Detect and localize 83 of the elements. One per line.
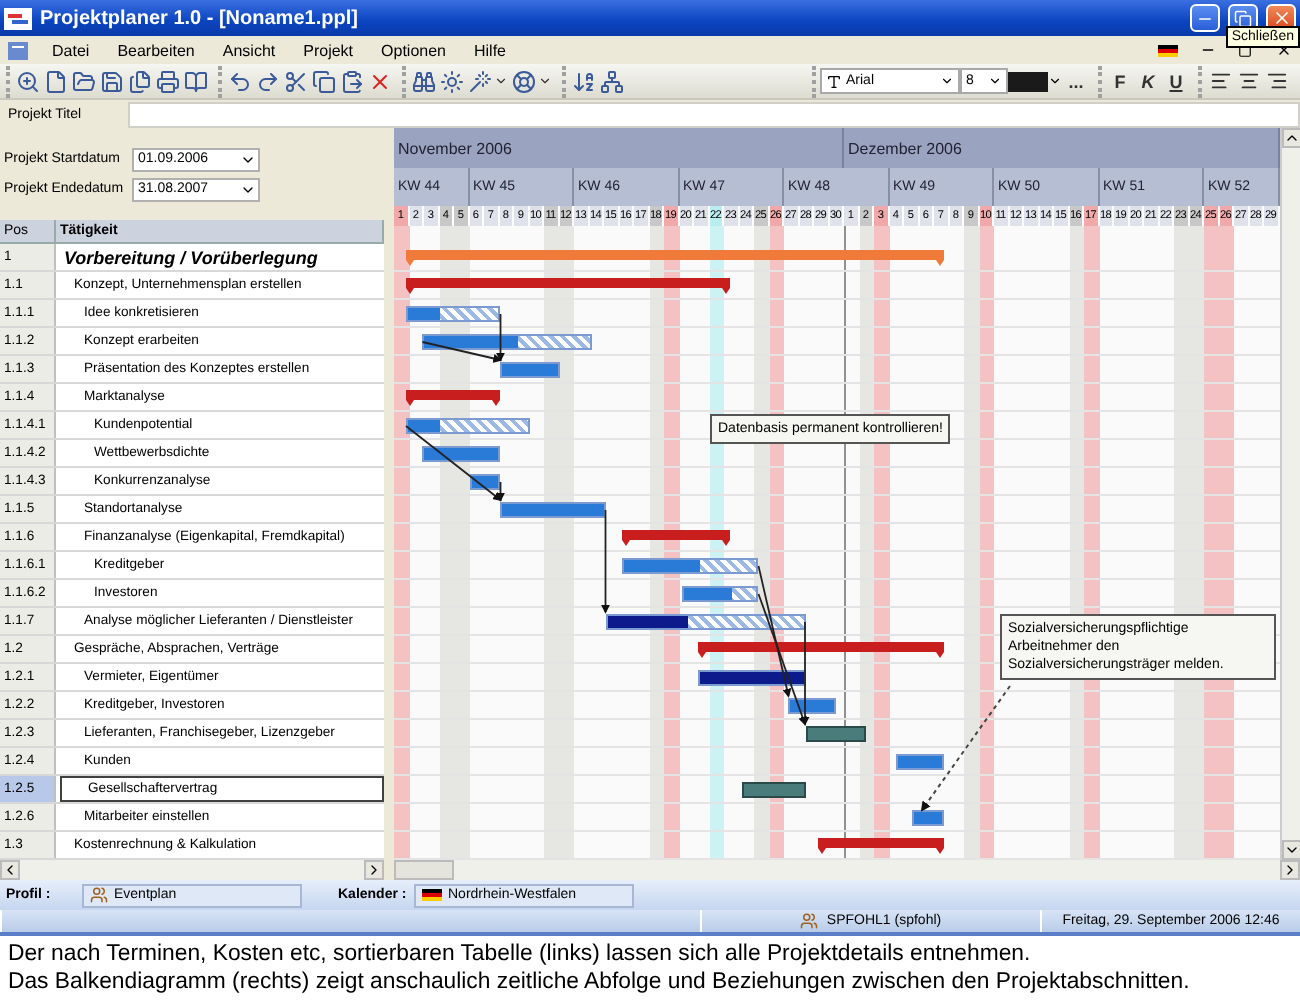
caret-icon bbox=[988, 74, 1002, 88]
caption-text: Der nach Terminen, Kosten etc, sortierbaren Tabelle (links) lassen sich alle Projektdetails entnehmen. bbox=[8, 940, 1033, 968]
scroll-down-button[interactable] bbox=[1282, 840, 1300, 860]
menu-item[interactable]: Projekt bbox=[299, 41, 358, 59]
caret-icon bbox=[940, 74, 954, 88]
task-bar[interactable] bbox=[422, 334, 592, 350]
dependency-arrow bbox=[757, 565, 792, 698]
users-icon bbox=[90, 886, 108, 904]
caption-text: Das Balkendiagramm (rechts) zeigt anschaulich zeitliche Abfolge und Beziehungen zwischen den Projektabschnitten. bbox=[8, 968, 1192, 996]
bold-button[interactable]: F bbox=[1106, 65, 1134, 97]
highlight-button[interactable] bbox=[438, 65, 466, 97]
copy-icon bbox=[312, 69, 336, 93]
caret-icon bbox=[494, 74, 508, 88]
redo-icon bbox=[256, 69, 280, 93]
users-icon bbox=[800, 912, 819, 930]
align-left-icon bbox=[1209, 70, 1231, 92]
up-icon bbox=[1284, 130, 1300, 146]
close-icon bbox=[1275, 42, 1291, 58]
scissors-icon bbox=[284, 69, 308, 93]
magnifier-icon bbox=[16, 69, 40, 93]
restore-icon bbox=[1234, 9, 1252, 27]
scroll-right-button[interactable] bbox=[364, 860, 384, 880]
scrollbar[interactable] bbox=[394, 860, 1300, 880]
flag-icon bbox=[1158, 43, 1178, 57]
paste-button[interactable] bbox=[338, 65, 366, 97]
more-button[interactable]: ... bbox=[1062, 65, 1090, 97]
leader-line bbox=[920, 685, 1011, 812]
binoculars-icon bbox=[412, 69, 436, 93]
title-field[interactable] bbox=[128, 101, 1300, 127]
italic-button[interactable]: K bbox=[1134, 65, 1162, 97]
scroll-thumb[interactable] bbox=[394, 860, 454, 880]
scrollbar[interactable] bbox=[0, 860, 384, 880]
dependency-arrow bbox=[601, 509, 610, 614]
align-right-icon bbox=[1265, 70, 1287, 92]
help-button[interactable] bbox=[510, 65, 554, 97]
maximize-icon bbox=[1238, 43, 1252, 57]
activity-cell[interactable]: Vorbereitung / Vorüberlegung bbox=[56, 244, 384, 270]
down-icon bbox=[1284, 842, 1300, 858]
menu-item[interactable]: Datei bbox=[48, 41, 94, 59]
align-center-icon bbox=[1237, 70, 1259, 92]
wand-button[interactable] bbox=[466, 65, 510, 97]
menu-item[interactable]: Hilfe bbox=[470, 41, 511, 59]
underline-button[interactable]: U bbox=[1162, 65, 1190, 97]
wand-icon bbox=[468, 69, 492, 93]
menu-item[interactable]: Optionen bbox=[377, 41, 450, 59]
sun-icon bbox=[440, 69, 464, 93]
scroll-left-button[interactable] bbox=[0, 860, 20, 880]
sort-icon bbox=[572, 69, 596, 93]
book-icon bbox=[184, 69, 208, 93]
caret-icon bbox=[1048, 74, 1062, 88]
folder-icon bbox=[72, 69, 96, 93]
window-title: Projektplaner 1.0 - [Noname1.ppl] bbox=[40, 7, 360, 29]
document-icon bbox=[8, 41, 28, 59]
left-icon bbox=[2, 862, 18, 878]
scrollbar[interactable] bbox=[1280, 128, 1300, 860]
menu-item[interactable]: Ansicht bbox=[218, 41, 280, 59]
print-button[interactable] bbox=[154, 65, 182, 97]
fixed-task-bar[interactable] bbox=[805, 726, 867, 742]
new-button[interactable] bbox=[42, 65, 70, 97]
minimize-button[interactable] bbox=[1190, 4, 1220, 32]
right-icon bbox=[366, 862, 382, 878]
structure-button[interactable] bbox=[598, 65, 626, 97]
font-icon bbox=[826, 73, 842, 89]
menu-item[interactable]: Bearbeiten bbox=[113, 41, 199, 59]
clipboard-icon bbox=[340, 69, 364, 93]
app-icon bbox=[4, 7, 32, 29]
lifebuoy-icon bbox=[512, 69, 536, 93]
color-swatch[interactable] bbox=[1008, 71, 1048, 91]
network-icon bbox=[600, 69, 624, 93]
printer-icon bbox=[156, 69, 180, 93]
caret-icon bbox=[538, 74, 552, 88]
flag-icon bbox=[422, 888, 442, 902]
floppy-icon bbox=[100, 69, 124, 93]
scroll-up-button[interactable] bbox=[1282, 128, 1300, 148]
cross-icon bbox=[368, 69, 392, 93]
close-icon bbox=[1271, 8, 1291, 28]
duplicate-button[interactable] bbox=[126, 65, 154, 97]
copy-button[interactable] bbox=[310, 65, 338, 97]
task-bar[interactable] bbox=[605, 614, 805, 630]
right-icon bbox=[1282, 862, 1298, 878]
undo-icon bbox=[228, 69, 252, 93]
documents-icon bbox=[128, 69, 152, 93]
document-icon bbox=[44, 69, 68, 93]
